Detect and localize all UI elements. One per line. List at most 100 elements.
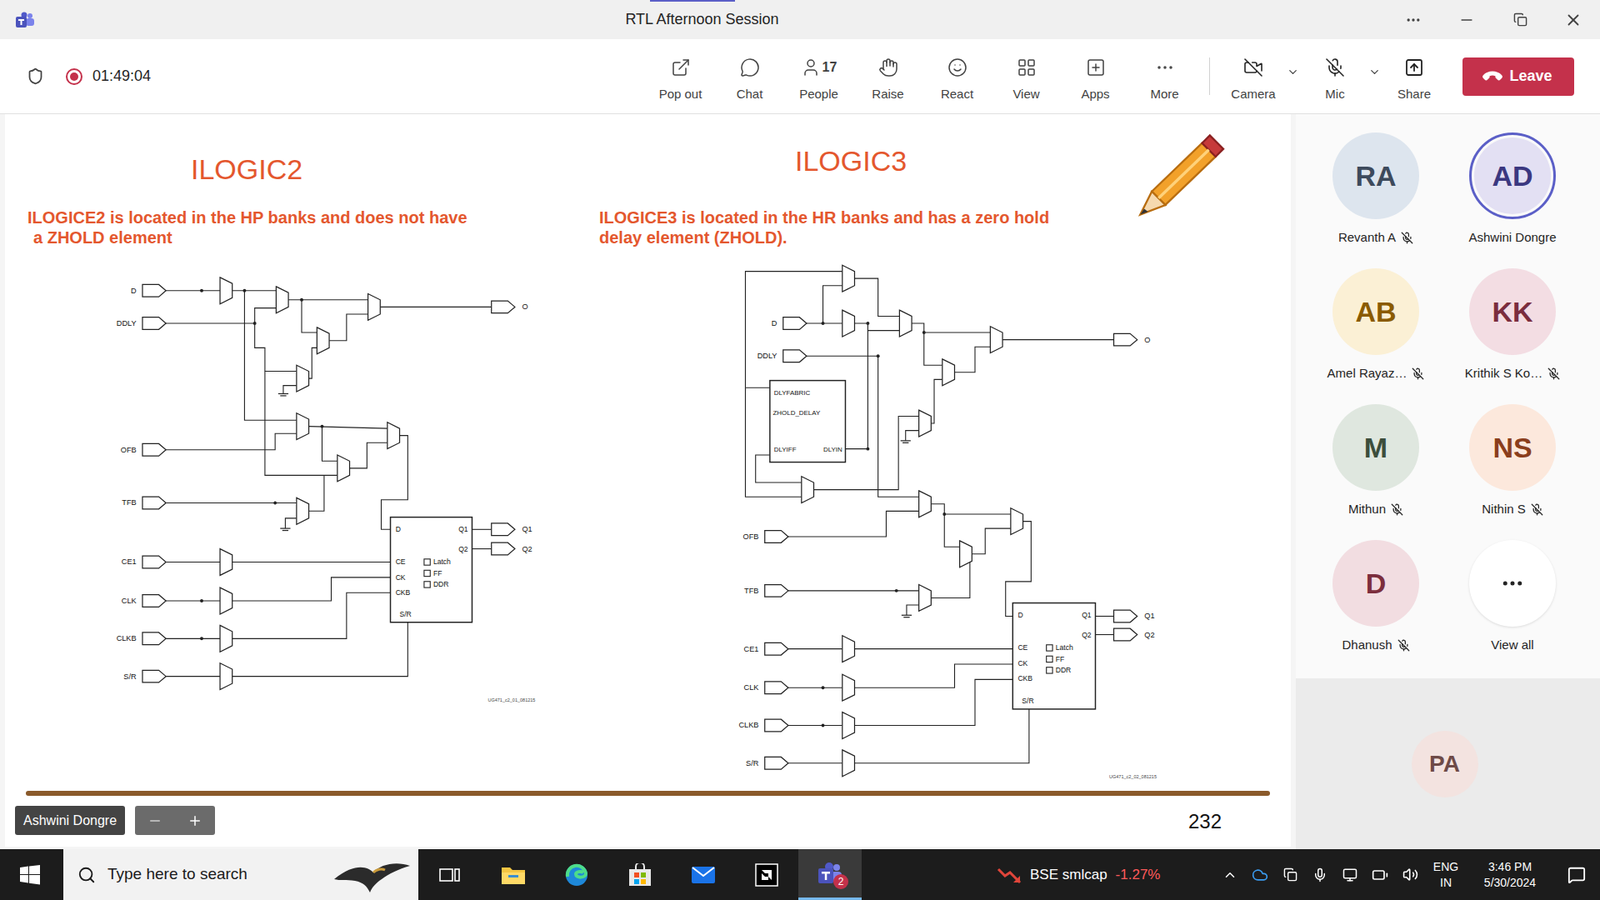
battery-button[interactable]	[1365, 849, 1395, 900]
meeting-toolbar: 01:49:04Pop outChat17PeopleRaiseReactVie…	[0, 39, 1600, 115]
onedrive-button[interactable]	[1245, 849, 1275, 900]
description-line: delay element (ZHOLD).	[599, 227, 1050, 248]
raise-button[interactable]: Raise	[853, 39, 923, 114]
pop-out-button[interactable]: Pop out	[645, 39, 715, 114]
junction-dot	[200, 289, 204, 293]
svg-text:DDR: DDR	[433, 580, 450, 589]
pop-out-icon	[670, 57, 691, 78]
wire	[854, 278, 900, 316]
restore-button[interactable]	[1493, 0, 1547, 40]
taskbar-search[interactable]: Type here to search	[63, 849, 419, 900]
file-explorer-icon	[500, 864, 526, 886]
tray-app-button[interactable]	[1275, 849, 1305, 900]
edge-button[interactable]	[545, 849, 609, 900]
stock-change: -1.27%	[1115, 864, 1161, 886]
input-port: OFB	[120, 443, 166, 456]
participant-tile[interactable]: KKKrithik S Ko…	[1444, 268, 1581, 382]
notifications-button[interactable]	[1553, 849, 1600, 900]
mux	[275, 286, 289, 314]
overflow-avatar[interactable]: PA	[1411, 730, 1479, 798]
chat-button[interactable]: Chat	[715, 39, 785, 114]
svg-text:Latch: Latch	[1055, 643, 1074, 652]
port-label: O	[1144, 335, 1150, 345]
close-icon	[1564, 10, 1583, 30]
file-explorer-button[interactable]	[481, 849, 545, 900]
input-port: CLKB	[116, 632, 166, 645]
wire	[165, 675, 220, 677]
mux	[919, 410, 932, 437]
store-button[interactable]	[608, 849, 672, 900]
button-label: Apps	[1080, 85, 1110, 103]
camera-button[interactable]: Camera	[1220, 39, 1287, 114]
zoom-out-icon[interactable]	[147, 813, 163, 829]
view-button[interactable]: View	[991, 39, 1061, 114]
volume-button[interactable]	[1395, 849, 1425, 900]
mode-checkbox: FF	[1046, 655, 1065, 664]
screen: RTL Afternoon Session01:49:04Pop outChat…	[0, 0, 1600, 900]
participant-tile[interactable]: NSNithin S	[1444, 404, 1581, 518]
language-indicator[interactable]: ENGIN	[1425, 849, 1467, 900]
device-options-button[interactable]	[1286, 39, 1302, 114]
junction-dot	[242, 289, 246, 293]
mail-button[interactable]	[671, 849, 735, 900]
task-view-button[interactable]	[418, 849, 482, 900]
share-button[interactable]: Share	[1383, 39, 1445, 114]
leave-button[interactable]: Leave	[1462, 57, 1575, 96]
button-icon-row	[1155, 57, 1175, 78]
close-button[interactable]	[1546, 0, 1600, 40]
people-button[interactable]: 17People	[784, 39, 854, 114]
avatar-initials: PA	[1429, 752, 1460, 776]
participant-tile[interactable]: ADAshwini Dongre	[1444, 132, 1581, 246]
start-button[interactable]	[0, 849, 60, 900]
view-all-tile[interactable]: View all	[1444, 540, 1581, 654]
more-button[interactable]: More	[1130, 39, 1200, 114]
app-button[interactable]	[735, 849, 799, 900]
port-label: CLKB	[116, 634, 137, 643]
cloud-icon	[1251, 866, 1269, 884]
participant-tile[interactable]: MMithun	[1307, 404, 1445, 518]
participant-name-row: Revanth A	[1338, 229, 1414, 246]
zoom-in-icon[interactable]	[187, 813, 203, 829]
avatar[interactable]: KK	[1469, 268, 1556, 355]
stock-widget[interactable]: BSE smlcap-1.27%	[990, 849, 1215, 900]
wire	[854, 323, 900, 331]
button-label: Mic	[1325, 85, 1345, 103]
window-more-button[interactable]	[1386, 0, 1440, 40]
tray-mic-button[interactable]	[1305, 849, 1335, 900]
wire	[854, 648, 1013, 650]
mux	[842, 635, 855, 663]
avatar[interactable]: D	[1332, 540, 1420, 627]
teams-button[interactable]: 2	[798, 849, 862, 900]
participant-tile[interactable]: RA Revanth A	[1307, 132, 1445, 246]
button-label: React	[940, 85, 974, 103]
title-wrap: RTL Afternoon Session	[34, 8, 1387, 31]
minimize-button[interactable]	[1440, 0, 1494, 40]
wire	[165, 290, 220, 291]
avatar[interactable]: RA	[1332, 132, 1420, 220]
wire	[854, 664, 1013, 688]
apps-icon	[1085, 57, 1106, 78]
leave-label: Leave	[1509, 65, 1552, 88]
avatar[interactable]: AB	[1332, 268, 1420, 355]
junction-dot	[821, 321, 825, 325]
device-options-button[interactable]	[1368, 39, 1384, 114]
mic-button[interactable]: Mic	[1301, 39, 1369, 114]
avatar[interactable]: M	[1332, 404, 1420, 491]
port-label: D	[130, 286, 137, 295]
react-button[interactable]: React	[922, 39, 992, 114]
app-icon	[755, 863, 779, 887]
clock[interactable]: 3:46 PM5/30/2024	[1466, 849, 1554, 900]
button-label: Camera	[1230, 85, 1275, 103]
wire	[788, 590, 920, 591]
participants-grid: RA Revanth A ADAshwini Dongre ABAmel Rayaz……	[1295, 114, 1600, 679]
avatar-initials: KK	[1491, 297, 1533, 326]
avatar[interactable]: AD	[1469, 132, 1556, 220]
participant-tile[interactable]: ABAmel Rayaz…	[1307, 268, 1445, 382]
network-button[interactable]	[1335, 849, 1365, 900]
apps-button[interactable]: Apps	[1060, 39, 1130, 114]
port-label: TFB	[744, 586, 759, 595]
tray-overflow-button[interactable]	[1215, 849, 1245, 900]
svg-text:S/R: S/R	[1021, 696, 1034, 705]
participant-tile[interactable]: DDhanush	[1307, 540, 1445, 654]
avatar[interactable]: NS	[1469, 404, 1556, 491]
